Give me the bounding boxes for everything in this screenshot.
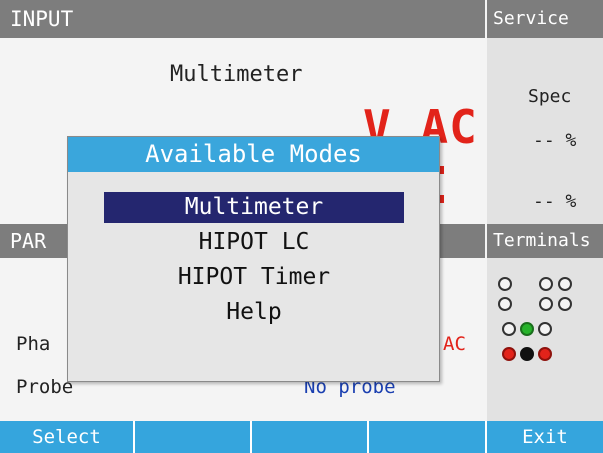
mode-option-hipot-timer[interactable]: HIPOT Timer [104, 262, 404, 293]
softkey-4[interactable] [369, 421, 485, 453]
available-modes-dialog: Available Modes Multimeter HIPOT LC HIPO… [67, 136, 440, 382]
phase-value: AC [443, 333, 466, 355]
terminal-open-icon [558, 277, 572, 291]
terminal-common-icon [520, 347, 534, 361]
terminal-red-icon [502, 347, 516, 361]
terminals-title: Terminals [493, 230, 591, 251]
service-header: Service [487, 0, 603, 38]
dialog-title: Available Modes [68, 137, 439, 172]
input-title: INPUT [10, 7, 74, 31]
select-softkey[interactable]: Select [0, 421, 133, 453]
terminal-open-icon [539, 297, 553, 311]
phase-label: Pha [16, 333, 51, 355]
spec-label: Spec [528, 86, 572, 107]
spec-value-1: -- % [533, 130, 577, 151]
terminal-open-icon [498, 297, 512, 311]
spec-value-2: -- % [533, 191, 577, 212]
terminal-open-icon [558, 297, 572, 311]
softkey-3[interactable] [252, 421, 367, 453]
terminal-open-icon [502, 322, 516, 336]
parameters-title: PAR [10, 229, 47, 253]
terminals-header: Terminals [487, 224, 603, 258]
exit-softkey[interactable]: Exit [487, 421, 603, 453]
probe-label: Probe [16, 376, 74, 398]
instrument-screen: INPUT Service Spec -- % -- % Multimeter … [0, 0, 603, 453]
function-label: Multimeter [170, 62, 303, 87]
terminal-active-green-icon [520, 322, 534, 336]
softkey-2[interactable] [135, 421, 250, 453]
service-title: Service [493, 8, 569, 29]
mode-option-multimeter[interactable]: Multimeter [104, 192, 404, 223]
mode-option-hipot-lc[interactable]: HIPOT LC [104, 227, 404, 258]
terminal-open-icon [538, 322, 552, 336]
terminal-red-icon [538, 347, 552, 361]
input-header: INPUT [0, 0, 485, 38]
terminal-open-icon [498, 277, 512, 291]
mode-option-help[interactable]: Help [104, 297, 404, 328]
terminal-open-icon [539, 277, 553, 291]
